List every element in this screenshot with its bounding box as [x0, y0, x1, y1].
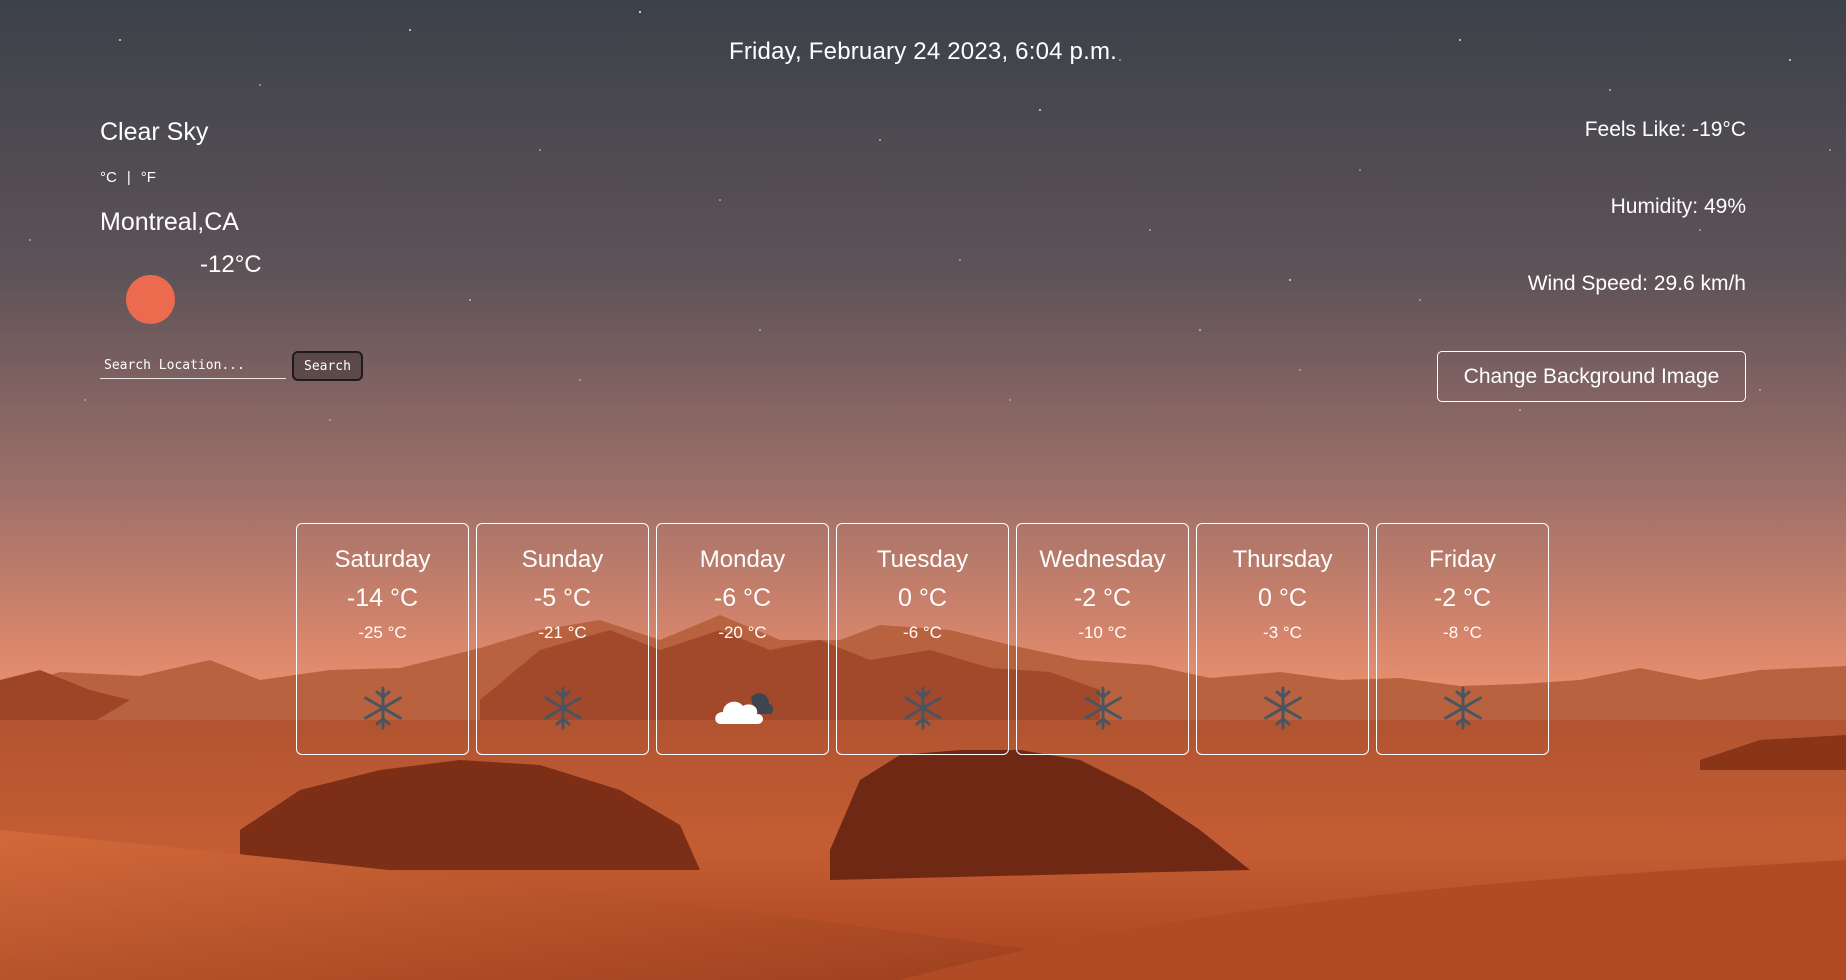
- search-bar: Search: [100, 351, 363, 381]
- weather-condition: Clear Sky: [100, 118, 209, 146]
- weather-stats-panel: Feels Like: -19°C Humidity: 49% Wind Spe…: [1528, 118, 1746, 349]
- snowflake-icon: [543, 686, 582, 730]
- change-background-button[interactable]: Change Background Image: [1437, 351, 1746, 402]
- wind-speed: Wind Speed: 29.6 km/h: [1527, 272, 1746, 295]
- forecast-low: -25 °C: [358, 623, 407, 642]
- forecast-high: -2 °C: [1433, 584, 1492, 612]
- forecast-low: -21 °C: [538, 623, 587, 642]
- sun-icon: [126, 275, 175, 324]
- forecast-low: -3 °C: [1263, 623, 1302, 642]
- forecast-card: Thursday 0 °C -3 °C: [1196, 523, 1369, 755]
- forecast-low: -8 °C: [1443, 623, 1482, 642]
- forecast-low: -10 °C: [1078, 623, 1127, 642]
- forecast-high: -14 °C: [346, 584, 419, 612]
- forecast-high: -2 °C: [1073, 584, 1132, 612]
- cloud-icon: [714, 693, 773, 724]
- humidity: Humidity: 49%: [1610, 195, 1746, 218]
- forecast-day: Tuesday: [876, 546, 969, 573]
- forecast-day: Thursday: [1232, 546, 1333, 573]
- snowflake-icon: [903, 686, 942, 730]
- search-button[interactable]: Search: [292, 351, 363, 381]
- forecast-low: -20 °C: [718, 623, 767, 642]
- forecast-day: Friday: [1429, 546, 1496, 573]
- forecast-card: Friday -2 °C -8 °C: [1376, 523, 1549, 755]
- forecast-card: Wednesday -2 °C -10 °C: [1016, 523, 1189, 755]
- celsius-toggle[interactable]: °C: [100, 169, 117, 186]
- forecast-card: Saturday -14 °C -25 °C: [296, 523, 469, 755]
- search-input[interactable]: [100, 353, 286, 379]
- forecast-card: Monday -6 °C -20 °C: [656, 523, 829, 755]
- unit-separator: |: [126, 169, 131, 186]
- forecast-high: -5 °C: [533, 584, 592, 612]
- forecast-day: Wednesday: [1039, 546, 1166, 573]
- forecast-day: Monday: [699, 546, 786, 573]
- feels-like: Feels Like: -19°C: [1584, 118, 1746, 141]
- forecast-day: Saturday: [334, 546, 431, 573]
- fahrenheit-toggle[interactable]: °F: [141, 169, 156, 186]
- snowflake-icon: [363, 686, 402, 730]
- forecast-high: -6 °C: [713, 584, 772, 612]
- current-temperature-row: -12°C: [100, 251, 363, 341]
- current-temperature: -12°C: [200, 251, 262, 278]
- forecast-card: Tuesday 0 °C -6 °C: [836, 523, 1009, 755]
- forecast-list: Saturday -14 °C -25 °C Sunday -5 °C -21 …: [296, 523, 1549, 755]
- forecast-high: 0 °C: [1258, 584, 1307, 612]
- forecast-high: 0 °C: [898, 584, 947, 612]
- forecast-day: Sunday: [521, 546, 604, 573]
- forecast-low: -6 °C: [903, 623, 942, 642]
- unit-toggle: °C | °F: [100, 169, 363, 186]
- snowflake-icon: [1443, 686, 1482, 730]
- forecast-card: Sunday -5 °C -21 °C: [476, 523, 649, 755]
- weather-app: Friday, February 24 2023, 6:04 p.m. Clea…: [0, 0, 1846, 980]
- current-datetime: Friday, February 24 2023, 6:04 p.m.: [728, 38, 1118, 65]
- snowflake-icon: [1083, 686, 1122, 730]
- city-name: Montreal,CA: [100, 208, 239, 236]
- snowflake-icon: [1263, 686, 1302, 730]
- current-weather-panel: Clear Sky °C | °F Montreal,CA -12°C Sear…: [100, 118, 363, 381]
